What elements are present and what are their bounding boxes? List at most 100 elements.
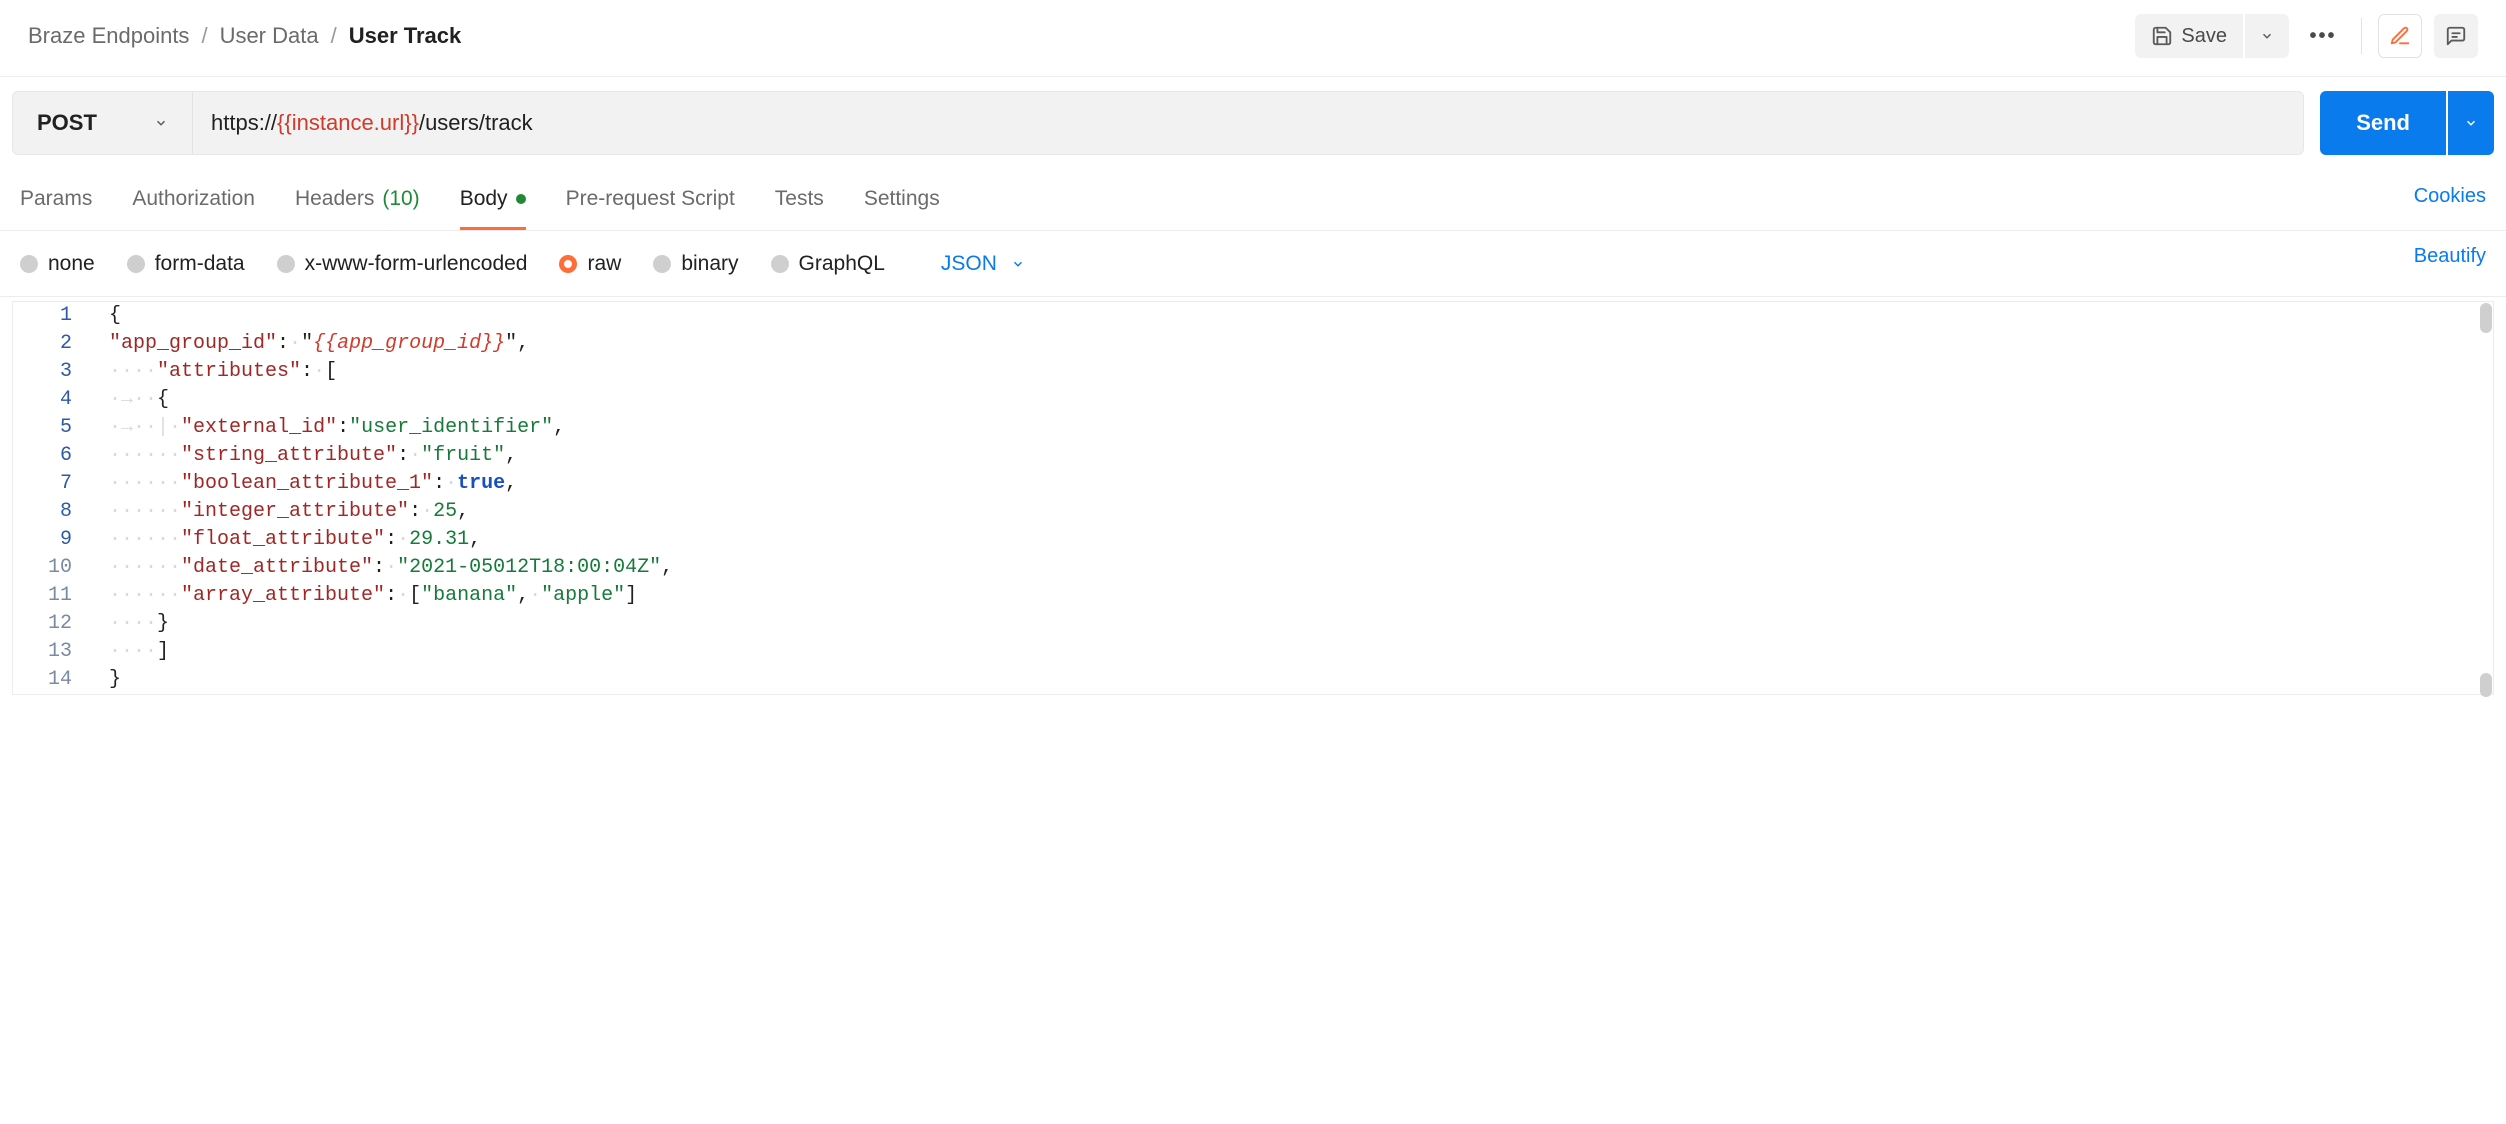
url-variable: {{instance.url}}	[277, 110, 419, 136]
more-actions-button[interactable]: •••	[2301, 14, 2345, 58]
pencil-icon	[2389, 25, 2411, 47]
tab-label: Authorization	[132, 187, 255, 211]
json-key: "external_id"	[181, 414, 337, 442]
option-label: none	[48, 252, 95, 276]
breadcrumb-section[interactable]: User Data	[220, 23, 319, 49]
line-number: 13	[48, 640, 72, 663]
save-icon	[2151, 25, 2173, 47]
request-body-editor[interactable]: 1{ 2"app_group_id":·"{{app_group_id}}", …	[12, 301, 2494, 695]
radio-icon	[559, 255, 577, 273]
body-type-urlencoded[interactable]: x-www-form-urlencoded	[277, 252, 528, 276]
json-template-var: {{app_group_id}}	[313, 330, 505, 358]
line-number: 14	[48, 668, 72, 691]
chevron-down-icon	[2464, 116, 2478, 130]
tab-label: Settings	[864, 187, 940, 211]
option-label: form-data	[155, 252, 245, 276]
json-string: "apple"	[541, 582, 625, 610]
headers-count: (10)	[382, 187, 419, 211]
scrollbar-thumb[interactable]	[2480, 303, 2492, 333]
json-key: "app_group_id"	[109, 330, 277, 358]
line-number: 12	[48, 612, 72, 635]
scrollbar-thumb[interactable]	[2480, 673, 2492, 697]
line-number: 7	[60, 472, 72, 495]
json-bool: true	[457, 470, 505, 498]
line-number: 2	[60, 332, 72, 355]
json-key: "integer_attribute"	[181, 498, 409, 526]
line-number: 1	[60, 304, 72, 327]
json-string: "fruit"	[421, 442, 505, 470]
tab-tests[interactable]: Tests	[775, 177, 824, 230]
json-string: "2021-05012T18:00:04Z"	[397, 554, 661, 582]
json-key: "boolean_attribute_1"	[181, 470, 433, 498]
option-label: GraphQL	[799, 252, 885, 276]
send-label: Send	[2356, 110, 2410, 136]
tab-label: Body	[460, 187, 508, 211]
body-type-raw[interactable]: raw	[559, 252, 621, 276]
comment-icon	[2445, 25, 2467, 47]
comments-button[interactable]	[2434, 14, 2478, 58]
url-bar: POST https://{{instance.url}}/users/trac…	[12, 91, 2304, 155]
option-label: raw	[587, 252, 621, 276]
tab-prerequest[interactable]: Pre-request Script	[566, 177, 735, 230]
body-type-none[interactable]: none	[20, 252, 95, 276]
line-number: 11	[48, 584, 72, 607]
line-number: 4	[60, 388, 72, 411]
json-string: "user_identifier"	[349, 414, 553, 442]
tab-authorization[interactable]: Authorization	[132, 177, 255, 230]
radio-icon	[653, 255, 671, 273]
send-button[interactable]: Send	[2320, 91, 2446, 155]
tab-label: Headers	[295, 187, 374, 211]
url-suffix: /users/track	[419, 110, 533, 136]
json-key: "attributes"	[157, 358, 301, 386]
body-type-graphql[interactable]: GraphQL	[771, 252, 885, 276]
line-number: 3	[60, 360, 72, 383]
beautify-link[interactable]: Beautify	[2414, 245, 2486, 282]
edit-button[interactable]	[2378, 14, 2422, 58]
json-key: "array_attribute"	[181, 582, 385, 610]
chevron-down-icon	[154, 116, 168, 130]
send-dropdown-button[interactable]	[2448, 91, 2494, 155]
radio-icon	[277, 255, 295, 273]
tab-body[interactable]: Body	[460, 177, 526, 230]
cookies-link[interactable]: Cookies	[2414, 185, 2486, 222]
breadcrumb: Braze Endpoints / User Data / User Track	[28, 23, 461, 49]
tab-params[interactable]: Params	[20, 177, 92, 230]
option-label: x-www-form-urlencoded	[305, 252, 528, 276]
tab-settings[interactable]: Settings	[864, 177, 940, 230]
line-number: 10	[48, 556, 72, 579]
tab-headers[interactable]: Headers (10)	[295, 177, 420, 230]
tab-label: Params	[20, 187, 92, 211]
save-dropdown-button[interactable]	[2245, 14, 2289, 58]
breadcrumb-sep: /	[331, 23, 337, 49]
line-number: 9	[60, 528, 72, 551]
line-number: 8	[60, 500, 72, 523]
tab-label: Tests	[775, 187, 824, 211]
divider	[2361, 18, 2362, 54]
chevron-down-icon	[2260, 29, 2274, 43]
body-type-binary[interactable]: binary	[653, 252, 738, 276]
http-method-select[interactable]: POST	[13, 92, 193, 154]
radio-icon	[20, 255, 38, 273]
ellipsis-icon: •••	[2309, 25, 2336, 48]
json-key: "float_attribute"	[181, 526, 385, 554]
radio-icon	[127, 255, 145, 273]
request-tabs: Params Authorization Headers (10) Body P…	[20, 177, 940, 230]
radio-icon	[771, 255, 789, 273]
json-string: "banana"	[421, 582, 517, 610]
body-type-options: none form-data x-www-form-urlencoded raw…	[20, 252, 1025, 276]
tab-label: Pre-request Script	[566, 187, 735, 211]
body-type-form-data[interactable]: form-data	[127, 252, 245, 276]
json-number: 29.31	[409, 526, 469, 554]
body-language-select[interactable]: JSON	[941, 252, 1025, 276]
url-prefix: https://	[211, 110, 277, 136]
breadcrumb-root[interactable]: Braze Endpoints	[28, 23, 189, 49]
request-url-input[interactable]: https://{{instance.url}}/users/track	[193, 110, 2303, 136]
option-label: binary	[681, 252, 738, 276]
breadcrumb-current: User Track	[349, 23, 462, 49]
json-number: 25	[433, 498, 457, 526]
line-number: 6	[60, 444, 72, 467]
chevron-down-icon	[1011, 257, 1025, 271]
language-label: JSON	[941, 252, 997, 276]
save-button[interactable]: Save	[2135, 14, 2243, 58]
line-number: 5	[60, 416, 72, 439]
